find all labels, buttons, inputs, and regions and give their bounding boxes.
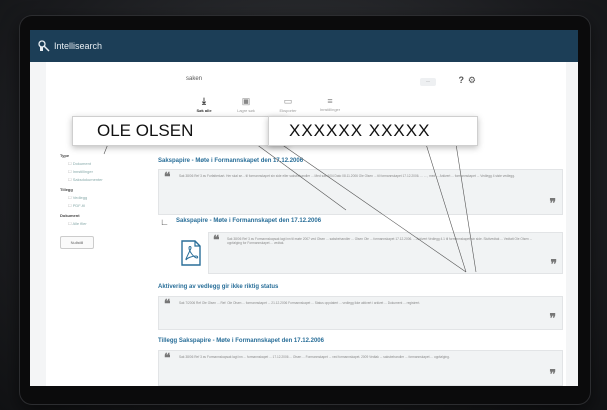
quote-close-icon: ❞ [550,257,557,271]
quote-close-icon: ❞ [549,367,556,381]
tool-export[interactable]: ▭ Eksporter [275,96,301,113]
result-snippet: Sak 7/2006 Ref Ole Olsen ... Ref: Ole Ol… [179,301,421,305]
app-header: Intellisearch [30,30,578,62]
filter-group-type[interactable]: Type [60,153,140,158]
screen: Intellisearch saken ·· ? ⚙ ⤓ Søk alle ▣ … [30,30,578,386]
search-result: Aktivering av vedlegg gir ikke riktig st… [158,284,563,336]
download-icon: ⤓ [202,96,206,106]
filter-item[interactable]: Dokument [68,161,140,166]
main-content: saken ·· ? ⚙ ⤓ Søk alle ▣ Lagre søk ▭ Ek… [46,62,566,386]
tool-search-all[interactable]: ⤓ Søk alle [191,96,217,113]
result-snippet: Sak 38/06 Ref 3 av Formannskapsak lagt i… [179,355,450,359]
tool-settings[interactable]: ≡ Innstillinger [317,96,343,113]
quote-open-icon: ❝ [164,351,171,365]
gear-icon[interactable]: ⚙ [468,75,476,86]
reset-button[interactable]: Nullstill [60,236,94,249]
result-snippet-box: ❝ Sak 38/06 Ref 3 av Forfatterkart. Her … [158,169,563,215]
save-icon: ▣ [241,96,251,106]
result-title[interactable]: Sakspapire - Møte i Formannskapet den 17… [176,218,321,224]
filter-item[interactable]: Alle filer [68,221,140,226]
help-icon[interactable]: ? [459,75,465,85]
search-result: ∟ Sakspapire - Møte i Formannskapet den … [160,217,563,284]
filter-item[interactable]: Saksdokumenter [68,177,140,182]
app-name: Intellisearch [54,41,103,51]
quote-close-icon: ❞ [549,311,556,325]
result-count: ·· [420,78,436,86]
filter-item[interactable]: Innstillinger [68,169,140,174]
filter-item[interactable]: Vedlegg [68,195,140,200]
quote-open-icon: ❝ [164,170,171,184]
logo-icon [38,40,50,52]
result-snippet-box: ❝ Sak 38/06 Ref 3 av Formannskapsak lagt… [208,232,563,274]
result-title[interactable]: Aktivering av vedlegg gir ikke riktig st… [158,284,278,290]
filter-item[interactable]: PDF-fil [68,203,140,208]
person-name: OLE OLSEN [97,121,194,140]
search-result: Sakspapire - Møte i Formannskapet den 17… [158,158,563,226]
reply-arrow-icon: ∟ [160,217,169,227]
result-title[interactable]: Sakspapire - Møte i Formannskapet den 17… [158,158,303,164]
quote-close-icon: ❞ [549,196,556,210]
result-snippet-box: ❝ Sak 7/2006 Ref Ole Olsen ... Ref: Ole … [158,296,563,330]
result-title[interactable]: Tillegg Sakspapire - Møte i Formannskape… [158,338,324,344]
search-query[interactable]: saken [186,76,202,82]
result-snippet-box: ❝ Sak 38/06 Ref 3 av Formannskapsak lagt… [158,350,563,386]
tool-save-search[interactable]: ▣ Lagre søk [233,96,259,113]
filter-group-attachments[interactable]: Tillegg [60,187,140,192]
filter-group-document[interactable]: Dokument [60,213,140,218]
filter-sidebar: Type Dokument Innstillinger Saksdokument… [60,148,140,249]
quote-open-icon: ❝ [213,233,220,247]
pdf-icon[interactable] [180,240,202,266]
search-bar[interactable]: saken ·· ? ⚙ [186,75,476,90]
search-result: Tillegg Sakspapire - Møte i Formannskape… [158,338,563,386]
folder-icon: ▭ [283,96,293,106]
app-logo[interactable]: Intellisearch [38,40,102,52]
masked-name-box: XXXXXX XXXXX [268,116,478,146]
masked-name: XXXXXX XXXXX [289,121,431,140]
result-snippet: Sak 38/06 Ref 3 av Formannskapsak lagt i… [227,237,533,246]
list-icon: ≡ [327,96,333,106]
quote-open-icon: ❝ [164,297,171,311]
toolbar: ⤓ Søk alle ▣ Lagre søk ▭ Eksporter ≡ Inn… [191,96,343,113]
person-name-box: OLE OLSEN [72,116,288,146]
result-snippet: Sak 38/06 Ref 3 av Forfatterkart. Her sk… [179,174,515,178]
